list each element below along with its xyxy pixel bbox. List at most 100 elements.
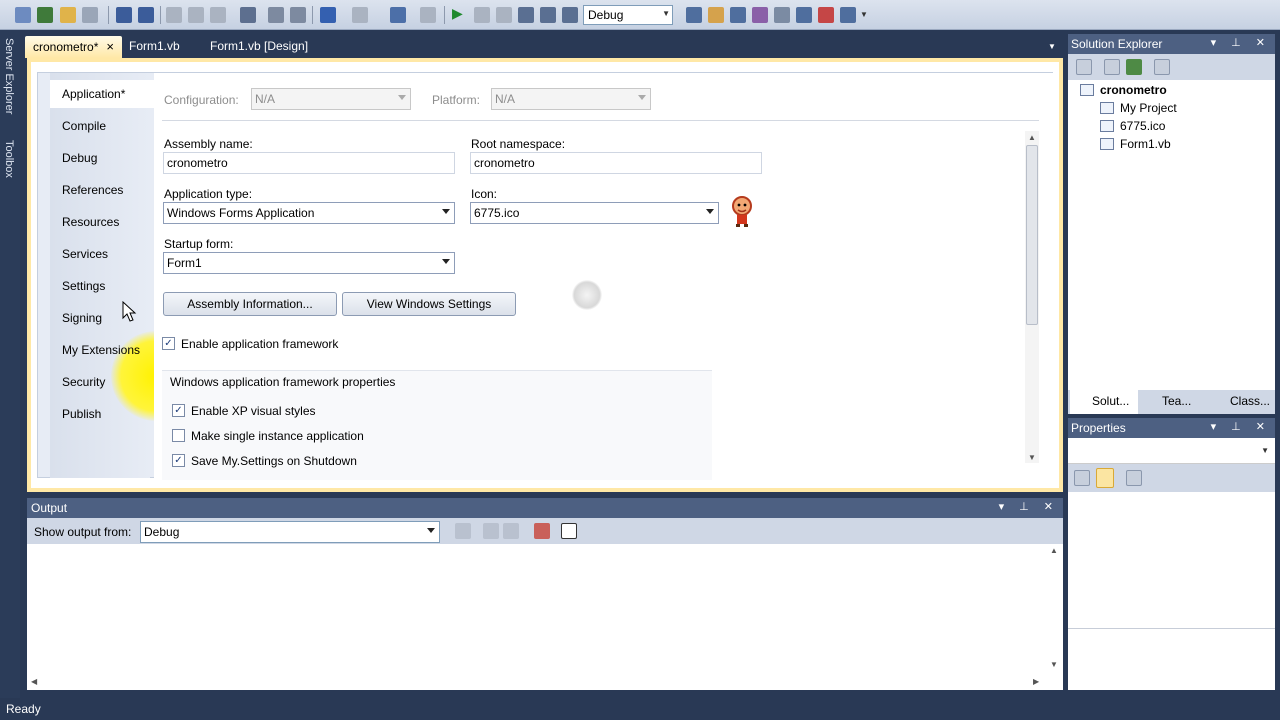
nav-publish[interactable]: Publish: [50, 400, 160, 428]
nav-signing[interactable]: Signing: [50, 304, 160, 332]
refresh-icon[interactable]: [1126, 59, 1142, 75]
find-icon[interactable]: [240, 7, 256, 23]
add-new-item-icon[interactable]: [82, 7, 98, 23]
tree-item-ico-file[interactable]: 6775.ico: [1100, 119, 1165, 133]
tab-team-explorer[interactable]: Tea...: [1162, 394, 1191, 408]
tab-solution-explorer[interactable]: Solut...: [1092, 394, 1129, 408]
next-message-icon[interactable]: [503, 523, 519, 539]
view-class-diagram-icon[interactable]: [1154, 59, 1170, 75]
show-all-files-icon[interactable]: [1104, 59, 1120, 75]
xp-styles-label: Enable XP visual styles: [191, 404, 316, 418]
panel-window-controls-icon[interactable]: ▾ ⊥ ✕: [1211, 420, 1271, 433]
view-windows-settings-button[interactable]: View Windows Settings: [342, 292, 516, 316]
navigate-back-icon[interactable]: [390, 7, 406, 23]
server-explorer-tab[interactable]: Server Explorer: [3, 38, 15, 114]
paste-icon[interactable]: [210, 7, 226, 23]
nav-services[interactable]: Services: [50, 240, 160, 268]
scroll-up-icon[interactable]: ▲: [1028, 133, 1036, 142]
start-page-icon[interactable]: [796, 7, 812, 23]
icon-select[interactable]: 6775.ico: [470, 202, 719, 224]
nav-compile[interactable]: Compile: [50, 112, 160, 140]
step-out-icon[interactable]: [562, 7, 578, 23]
scroll-down-icon[interactable]: ▼: [1028, 453, 1036, 462]
categorized-icon[interactable]: [1074, 470, 1090, 486]
tree-item-my-project[interactable]: My Project: [1100, 101, 1177, 115]
tab-class-view[interactable]: Class...: [1230, 394, 1270, 408]
enable-framework-checkbox[interactable]: ✓: [162, 337, 175, 350]
scroll-left-icon[interactable]: ◀: [31, 677, 37, 686]
start-debugging-icon[interactable]: ▶: [452, 5, 468, 21]
nav-application[interactable]: Application*: [50, 80, 154, 108]
nav-debug[interactable]: Debug: [50, 144, 160, 172]
redo-icon[interactable]: [352, 7, 368, 23]
scroll-down-icon[interactable]: ▼: [1050, 660, 1058, 669]
scroll-up-icon[interactable]: ▲: [1050, 546, 1058, 555]
root-namespace-input[interactable]: cronometro: [470, 152, 762, 174]
stop-icon[interactable]: [496, 7, 512, 23]
toolbox-tab[interactable]: Toolbox: [3, 140, 15, 178]
alphabetical-icon[interactable]: [1096, 468, 1114, 488]
application-type-select[interactable]: Windows Forms Application: [163, 202, 455, 224]
step-over-icon[interactable]: [540, 7, 556, 23]
tree-item-project[interactable]: cronometro: [1080, 83, 1167, 97]
properties-object-select[interactable]: ▼: [1068, 438, 1275, 464]
scroll-right-icon[interactable]: ▶: [1033, 677, 1039, 686]
open-file-icon[interactable]: [60, 7, 76, 23]
scroll-thumb[interactable]: [1026, 145, 1038, 325]
toolbar-options-icon[interactable]: ▼: [860, 10, 876, 26]
solution-configuration-select[interactable]: Debug ▼: [583, 5, 673, 25]
tab-form1-design[interactable]: Form1.vb [Design]: [202, 36, 316, 58]
active-files-chevron-icon[interactable]: ▼: [1048, 42, 1056, 51]
find-in-files-icon[interactable]: [686, 7, 702, 23]
vb-project-icon: [1080, 84, 1094, 96]
extension-manager-icon[interactable]: [818, 7, 834, 23]
copy-icon[interactable]: [188, 7, 204, 23]
save-settings-label: Save My.Settings on Shutdown: [191, 454, 357, 468]
show-output-from-select[interactable]: Debug: [140, 521, 440, 543]
assembly-information-button[interactable]: Assembly Information...: [163, 292, 337, 316]
save-icon[interactable]: [116, 7, 132, 23]
output-window-icon[interactable]: [840, 7, 856, 23]
property-pages-icon[interactable]: [1126, 470, 1142, 486]
tab-cronometro[interactable]: cronometro* ×: [25, 36, 122, 58]
platform-select[interactable]: N/A: [491, 88, 651, 110]
toolbox-icon[interactable]: [774, 7, 790, 23]
nav-references[interactable]: References: [50, 176, 160, 204]
configuration-select[interactable]: N/A: [251, 88, 411, 110]
properties-window-icon[interactable]: [730, 7, 746, 23]
previous-message-icon[interactable]: [483, 523, 499, 539]
save-settings-checkbox[interactable]: ✓: [172, 454, 185, 467]
add-item-icon[interactable]: [37, 7, 53, 23]
word-wrap-icon[interactable]: [561, 523, 577, 539]
properties-icon[interactable]: [1076, 59, 1092, 75]
undo-icon[interactable]: [320, 7, 336, 23]
step-into-icon[interactable]: [518, 7, 534, 23]
comment-icon[interactable]: [268, 7, 284, 23]
panel-window-controls-icon[interactable]: ▾ ⊥ ✕: [1211, 36, 1271, 49]
object-browser-icon[interactable]: [752, 7, 768, 23]
save-all-icon[interactable]: [138, 7, 154, 23]
xp-styles-checkbox[interactable]: ✓: [172, 404, 185, 417]
navigate-forward-icon[interactable]: [420, 7, 436, 23]
new-project-icon[interactable]: [15, 7, 31, 23]
close-icon[interactable]: ×: [106, 39, 114, 54]
clear-all-icon[interactable]: [534, 523, 550, 539]
panel-window-controls-icon[interactable]: ▾ ⊥ ✕: [999, 500, 1059, 513]
nav-resources[interactable]: Resources: [50, 208, 160, 236]
uncomment-icon[interactable]: [290, 7, 306, 23]
pause-icon[interactable]: [474, 7, 490, 23]
cut-icon[interactable]: [166, 7, 182, 23]
output-text-area[interactable]: ▲ ▼ ◀ ▶: [27, 544, 1063, 690]
solution-explorer-icon[interactable]: [708, 7, 724, 23]
startup-form-select[interactable]: Form1: [163, 252, 455, 274]
nav-my-extensions[interactable]: My Extensions: [50, 336, 160, 364]
single-instance-checkbox[interactable]: [172, 429, 185, 442]
nav-security[interactable]: Security: [50, 368, 160, 396]
startup-form-label: Startup form:: [164, 237, 234, 251]
nav-settings[interactable]: Settings: [50, 272, 160, 300]
vertical-scrollbar[interactable]: ▲ ▼: [1025, 131, 1039, 463]
find-message-icon[interactable]: [455, 523, 471, 539]
tree-item-form1[interactable]: Form1.vb: [1100, 137, 1171, 151]
assembly-name-input[interactable]: cronometro: [163, 152, 455, 174]
tab-form1-vb[interactable]: Form1.vb: [121, 36, 188, 58]
